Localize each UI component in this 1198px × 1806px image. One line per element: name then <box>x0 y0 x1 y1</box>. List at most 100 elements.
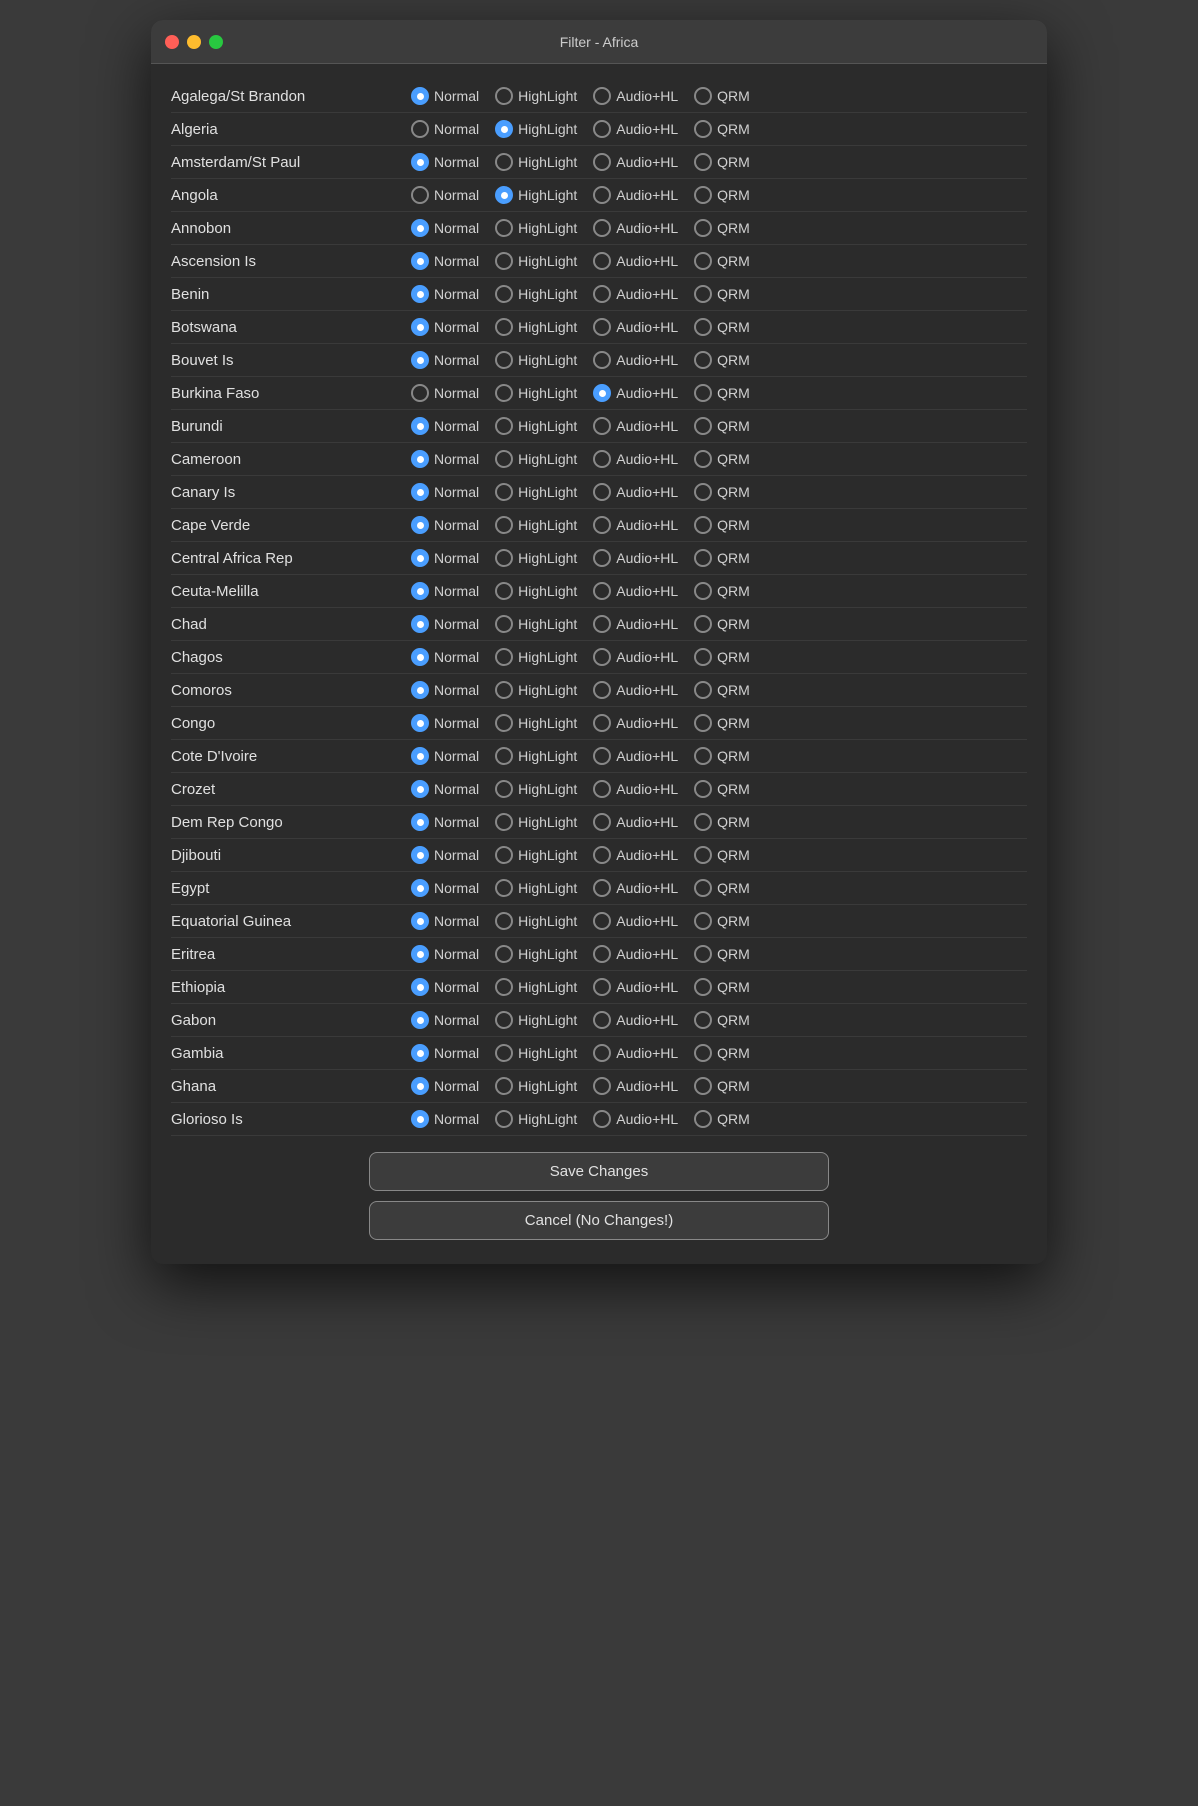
radio-button[interactable] <box>495 285 513 303</box>
radio-button[interactable] <box>411 714 429 732</box>
radio-button[interactable] <box>411 384 429 402</box>
radio-button[interactable] <box>495 153 513 171</box>
radio-button[interactable] <box>694 912 712 930</box>
radio-button[interactable] <box>495 1011 513 1029</box>
radio-button[interactable] <box>694 681 712 699</box>
radio-button[interactable] <box>593 1011 611 1029</box>
radio-button[interactable] <box>593 879 611 897</box>
radio-button[interactable] <box>411 879 429 897</box>
radio-button[interactable] <box>694 780 712 798</box>
radio-button[interactable] <box>593 186 611 204</box>
radio-button[interactable] <box>694 549 712 567</box>
radio-button[interactable] <box>593 384 611 402</box>
radio-button[interactable] <box>411 318 429 336</box>
radio-button[interactable] <box>694 648 712 666</box>
radio-button[interactable] <box>694 846 712 864</box>
radio-button[interactable] <box>593 1077 611 1095</box>
radio-button[interactable] <box>593 285 611 303</box>
radio-button[interactable] <box>411 582 429 600</box>
radio-button[interactable] <box>593 648 611 666</box>
radio-button[interactable] <box>495 714 513 732</box>
radio-button[interactable] <box>593 516 611 534</box>
radio-button[interactable] <box>411 780 429 798</box>
radio-button[interactable] <box>411 252 429 270</box>
save-changes-button[interactable]: Save Changes <box>369 1152 829 1191</box>
radio-button[interactable] <box>593 318 611 336</box>
radio-button[interactable] <box>495 648 513 666</box>
radio-button[interactable] <box>495 120 513 138</box>
radio-button[interactable] <box>593 1044 611 1062</box>
radio-button[interactable] <box>694 285 712 303</box>
radio-button[interactable] <box>694 714 712 732</box>
radio-button[interactable] <box>593 219 611 237</box>
radio-button[interactable] <box>411 351 429 369</box>
radio-button[interactable] <box>411 483 429 501</box>
radio-button[interactable] <box>495 1044 513 1062</box>
fullscreen-button[interactable] <box>209 35 223 49</box>
radio-button[interactable] <box>411 1011 429 1029</box>
radio-button[interactable] <box>495 351 513 369</box>
radio-button[interactable] <box>495 384 513 402</box>
radio-button[interactable] <box>495 186 513 204</box>
radio-button[interactable] <box>495 582 513 600</box>
radio-button[interactable] <box>411 1110 429 1128</box>
radio-button[interactable] <box>495 813 513 831</box>
radio-button[interactable] <box>411 945 429 963</box>
radio-button[interactable] <box>694 417 712 435</box>
radio-button[interactable] <box>593 846 611 864</box>
radio-button[interactable] <box>593 417 611 435</box>
radio-button[interactable] <box>495 1077 513 1095</box>
radio-button[interactable] <box>411 681 429 699</box>
radio-button[interactable] <box>593 714 611 732</box>
radio-button[interactable] <box>694 384 712 402</box>
radio-button[interactable] <box>495 516 513 534</box>
radio-button[interactable] <box>593 747 611 765</box>
radio-button[interactable] <box>411 1044 429 1062</box>
radio-button[interactable] <box>411 747 429 765</box>
radio-button[interactable] <box>694 978 712 996</box>
radio-button[interactable] <box>694 219 712 237</box>
radio-button[interactable] <box>694 1110 712 1128</box>
radio-button[interactable] <box>694 186 712 204</box>
radio-button[interactable] <box>694 1044 712 1062</box>
cancel-button[interactable]: Cancel (No Changes!) <box>369 1201 829 1240</box>
radio-button[interactable] <box>495 945 513 963</box>
radio-button[interactable] <box>593 978 611 996</box>
radio-button[interactable] <box>694 582 712 600</box>
radio-button[interactable] <box>593 351 611 369</box>
radio-button[interactable] <box>411 186 429 204</box>
radio-button[interactable] <box>694 87 712 105</box>
radio-button[interactable] <box>694 1011 712 1029</box>
radio-button[interactable] <box>411 120 429 138</box>
radio-button[interactable] <box>593 120 611 138</box>
radio-button[interactable] <box>495 318 513 336</box>
radio-button[interactable] <box>411 87 429 105</box>
radio-button[interactable] <box>593 87 611 105</box>
radio-button[interactable] <box>694 615 712 633</box>
radio-button[interactable] <box>694 516 712 534</box>
radio-button[interactable] <box>411 978 429 996</box>
radio-button[interactable] <box>694 945 712 963</box>
radio-button[interactable] <box>495 846 513 864</box>
radio-button[interactable] <box>694 120 712 138</box>
radio-button[interactable] <box>694 483 712 501</box>
radio-button[interactable] <box>495 681 513 699</box>
radio-button[interactable] <box>593 153 611 171</box>
radio-button[interactable] <box>411 846 429 864</box>
radio-button[interactable] <box>411 285 429 303</box>
radio-button[interactable] <box>495 219 513 237</box>
radio-button[interactable] <box>694 879 712 897</box>
radio-button[interactable] <box>593 1110 611 1128</box>
radio-button[interactable] <box>411 615 429 633</box>
radio-button[interactable] <box>593 945 611 963</box>
radio-button[interactable] <box>411 549 429 567</box>
radio-button[interactable] <box>694 1077 712 1095</box>
radio-button[interactable] <box>411 516 429 534</box>
radio-button[interactable] <box>411 153 429 171</box>
radio-button[interactable] <box>411 912 429 930</box>
close-button[interactable] <box>165 35 179 49</box>
radio-button[interactable] <box>495 1110 513 1128</box>
radio-button[interactable] <box>593 813 611 831</box>
radio-button[interactable] <box>694 318 712 336</box>
radio-button[interactable] <box>495 417 513 435</box>
